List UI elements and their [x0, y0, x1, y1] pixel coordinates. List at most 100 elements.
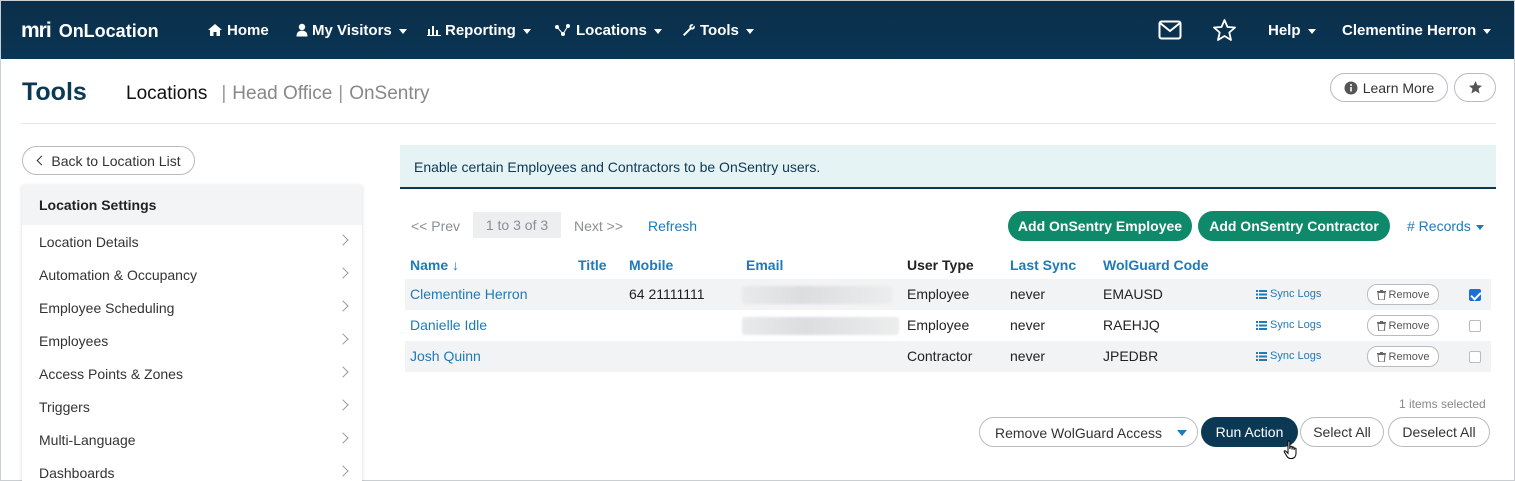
chevron-right-icon [337, 399, 349, 411]
sync-logs-link[interactable]: Sync Logs [1256, 288, 1321, 300]
row-select-checkbox[interactable] [1469, 289, 1481, 301]
column-header-last-sync[interactable]: Last Sync [1010, 257, 1076, 273]
info-banner: Enable certain Employees and Contractors… [400, 145, 1496, 189]
breadcrumb-section: OnSentry [349, 83, 430, 104]
sidebar-item-label: Automation & Occupancy [39, 267, 197, 283]
remove-label: Remove [1388, 319, 1430, 332]
chevron-down-icon [745, 28, 754, 34]
row-user-type: Employee [907, 286, 970, 302]
pager-next-link[interactable]: Next >> [574, 218, 623, 234]
sync-logs-label: Sync Logs [1270, 350, 1322, 362]
pager-prev-link[interactable]: << Prev [411, 218, 460, 234]
sidebar-item-multi-language[interactable]: Multi-Language [22, 423, 362, 456]
nav-tools[interactable]: Tools [682, 19, 754, 41]
back-to-location-list-button[interactable]: Back to Location List [22, 146, 195, 175]
table-row: Clementine Herron 64 21111111 Employee n… [405, 279, 1491, 310]
chevron-left-icon [36, 155, 47, 166]
sidebar-item-label: Dashboards [39, 465, 115, 481]
favorite-button[interactable] [1454, 73, 1496, 102]
chevron-right-icon [337, 432, 349, 444]
deselect-all-button[interactable]: Deselect All [1388, 417, 1490, 447]
info-icon [1344, 81, 1358, 94]
nav-user-menu[interactable]: Clementine Herron [1342, 19, 1492, 41]
trash-icon [1376, 351, 1386, 362]
remove-button[interactable]: Remove [1367, 284, 1439, 305]
nav-help-label: Help [1268, 21, 1301, 39]
column-header-user-type: User Type [907, 257, 974, 273]
nav-my-visitors-label: My Visitors [312, 21, 392, 39]
row-name-link[interactable]: Clementine Herron [410, 286, 528, 302]
learn-more-label: Learn More [1362, 79, 1435, 96]
chevron-right-icon [337, 465, 349, 477]
sidebar-item-employee-scheduling[interactable]: Employee Scheduling [22, 291, 362, 324]
remove-label: Remove [1388, 288, 1430, 301]
row-email-redacted [742, 317, 899, 335]
wrench-icon [683, 24, 695, 36]
sync-logs-label: Sync Logs [1270, 319, 1322, 331]
row-last-sync: never [1010, 286, 1046, 302]
bulk-action-select[interactable]: Remove WolGuard Access [979, 417, 1198, 447]
row-user-type: Employee [907, 317, 970, 333]
nav-reporting[interactable]: Reporting [427, 19, 531, 41]
row-user-type: Contractor [907, 348, 973, 364]
nav-home-label: Home [227, 21, 269, 39]
star-icon[interactable] [1212, 18, 1237, 42]
nav-my-visitors[interactable]: My Visitors [296, 19, 407, 41]
column-header-wolguard-code[interactable]: WolGuard Code [1103, 257, 1209, 273]
table-row: Josh Quinn Contractor never JPEDBR Sync … [405, 341, 1491, 372]
brand-name: OnLocation [58, 20, 159, 41]
chevron-down-icon [522, 28, 531, 34]
network-icon [555, 24, 570, 36]
sidebar-item-triggers[interactable]: Triggers [22, 390, 362, 423]
sidebar-item-access-points-zones[interactable]: Access Points & Zones [22, 357, 362, 390]
bulk-action-value: Remove WolGuard Access [995, 425, 1163, 441]
add-onsentry-contractor-button[interactable]: Add OnSentry Contractor [1198, 211, 1390, 241]
sidebar-item-automation-occupancy[interactable]: Automation & Occupancy [22, 258, 362, 291]
brand-logo[interactable]: mri OnLocation [21, 18, 159, 44]
sidebar-item-employees[interactable]: Employees [22, 324, 362, 357]
nav-help[interactable]: Help [1268, 19, 1316, 41]
refresh-link[interactable]: Refresh [648, 218, 697, 234]
breadcrumb: Locations | Head Office | OnSentry [126, 83, 429, 105]
nav-reporting-label: Reporting [445, 21, 516, 39]
row-wolguard-code: EMAUSD [1103, 286, 1163, 302]
nav-home[interactable]: Home [207, 19, 269, 41]
row-last-sync: never [1010, 317, 1046, 333]
sync-logs-link[interactable]: Sync Logs [1256, 350, 1321, 362]
select-all-button[interactable]: Select All [1300, 417, 1384, 447]
nav-tools-label: Tools [700, 21, 739, 39]
chevron-right-icon [337, 234, 349, 246]
list-icon [1256, 320, 1267, 330]
sync-logs-link[interactable]: Sync Logs [1256, 319, 1321, 331]
column-header-mobile[interactable]: Mobile [629, 257, 673, 273]
row-wolguard-code: RAEHJQ [1103, 317, 1160, 333]
remove-button[interactable]: Remove [1367, 346, 1439, 367]
column-header-name[interactable]: Name ↓ [410, 257, 459, 273]
table-row: Danielle Idle Employee never RAEHJQ Sync… [405, 310, 1491, 341]
row-name-link[interactable]: Danielle Idle [410, 317, 487, 333]
sidebar-item-location-details[interactable]: Location Details [22, 225, 362, 258]
sidebar-item-label: Triggers [39, 399, 90, 415]
chevron-down-icon [1475, 224, 1484, 230]
caret-down-icon [1177, 430, 1187, 436]
chevron-right-icon [337, 333, 349, 345]
column-header-title[interactable]: Title [578, 257, 607, 273]
nav-locations[interactable]: Locations [554, 19, 662, 41]
top-navbar: mri OnLocation Home My Visitors Reportin… [1, 1, 1514, 59]
trash-icon [1376, 320, 1386, 331]
remove-button[interactable]: Remove [1367, 315, 1439, 336]
row-wolguard-code: JPEDBR [1103, 348, 1159, 364]
star-icon [1468, 81, 1482, 94]
add-onsentry-employee-button[interactable]: Add OnSentry Employee [1008, 211, 1192, 241]
records-dropdown[interactable]: # Records [1407, 218, 1484, 234]
envelope-icon[interactable] [1158, 20, 1182, 40]
column-header-email[interactable]: Email [746, 257, 783, 273]
nav-locations-label: Locations [576, 21, 647, 39]
row-name-link[interactable]: Josh Quinn [410, 348, 481, 364]
sidebar-item-dashboards[interactable]: Dashboards [22, 456, 362, 481]
chevron-right-icon [337, 267, 349, 279]
row-select-checkbox[interactable] [1469, 351, 1481, 363]
learn-more-button[interactable]: Learn More [1330, 73, 1448, 102]
row-select-checkbox[interactable] [1469, 320, 1481, 332]
user-icon [296, 23, 308, 37]
